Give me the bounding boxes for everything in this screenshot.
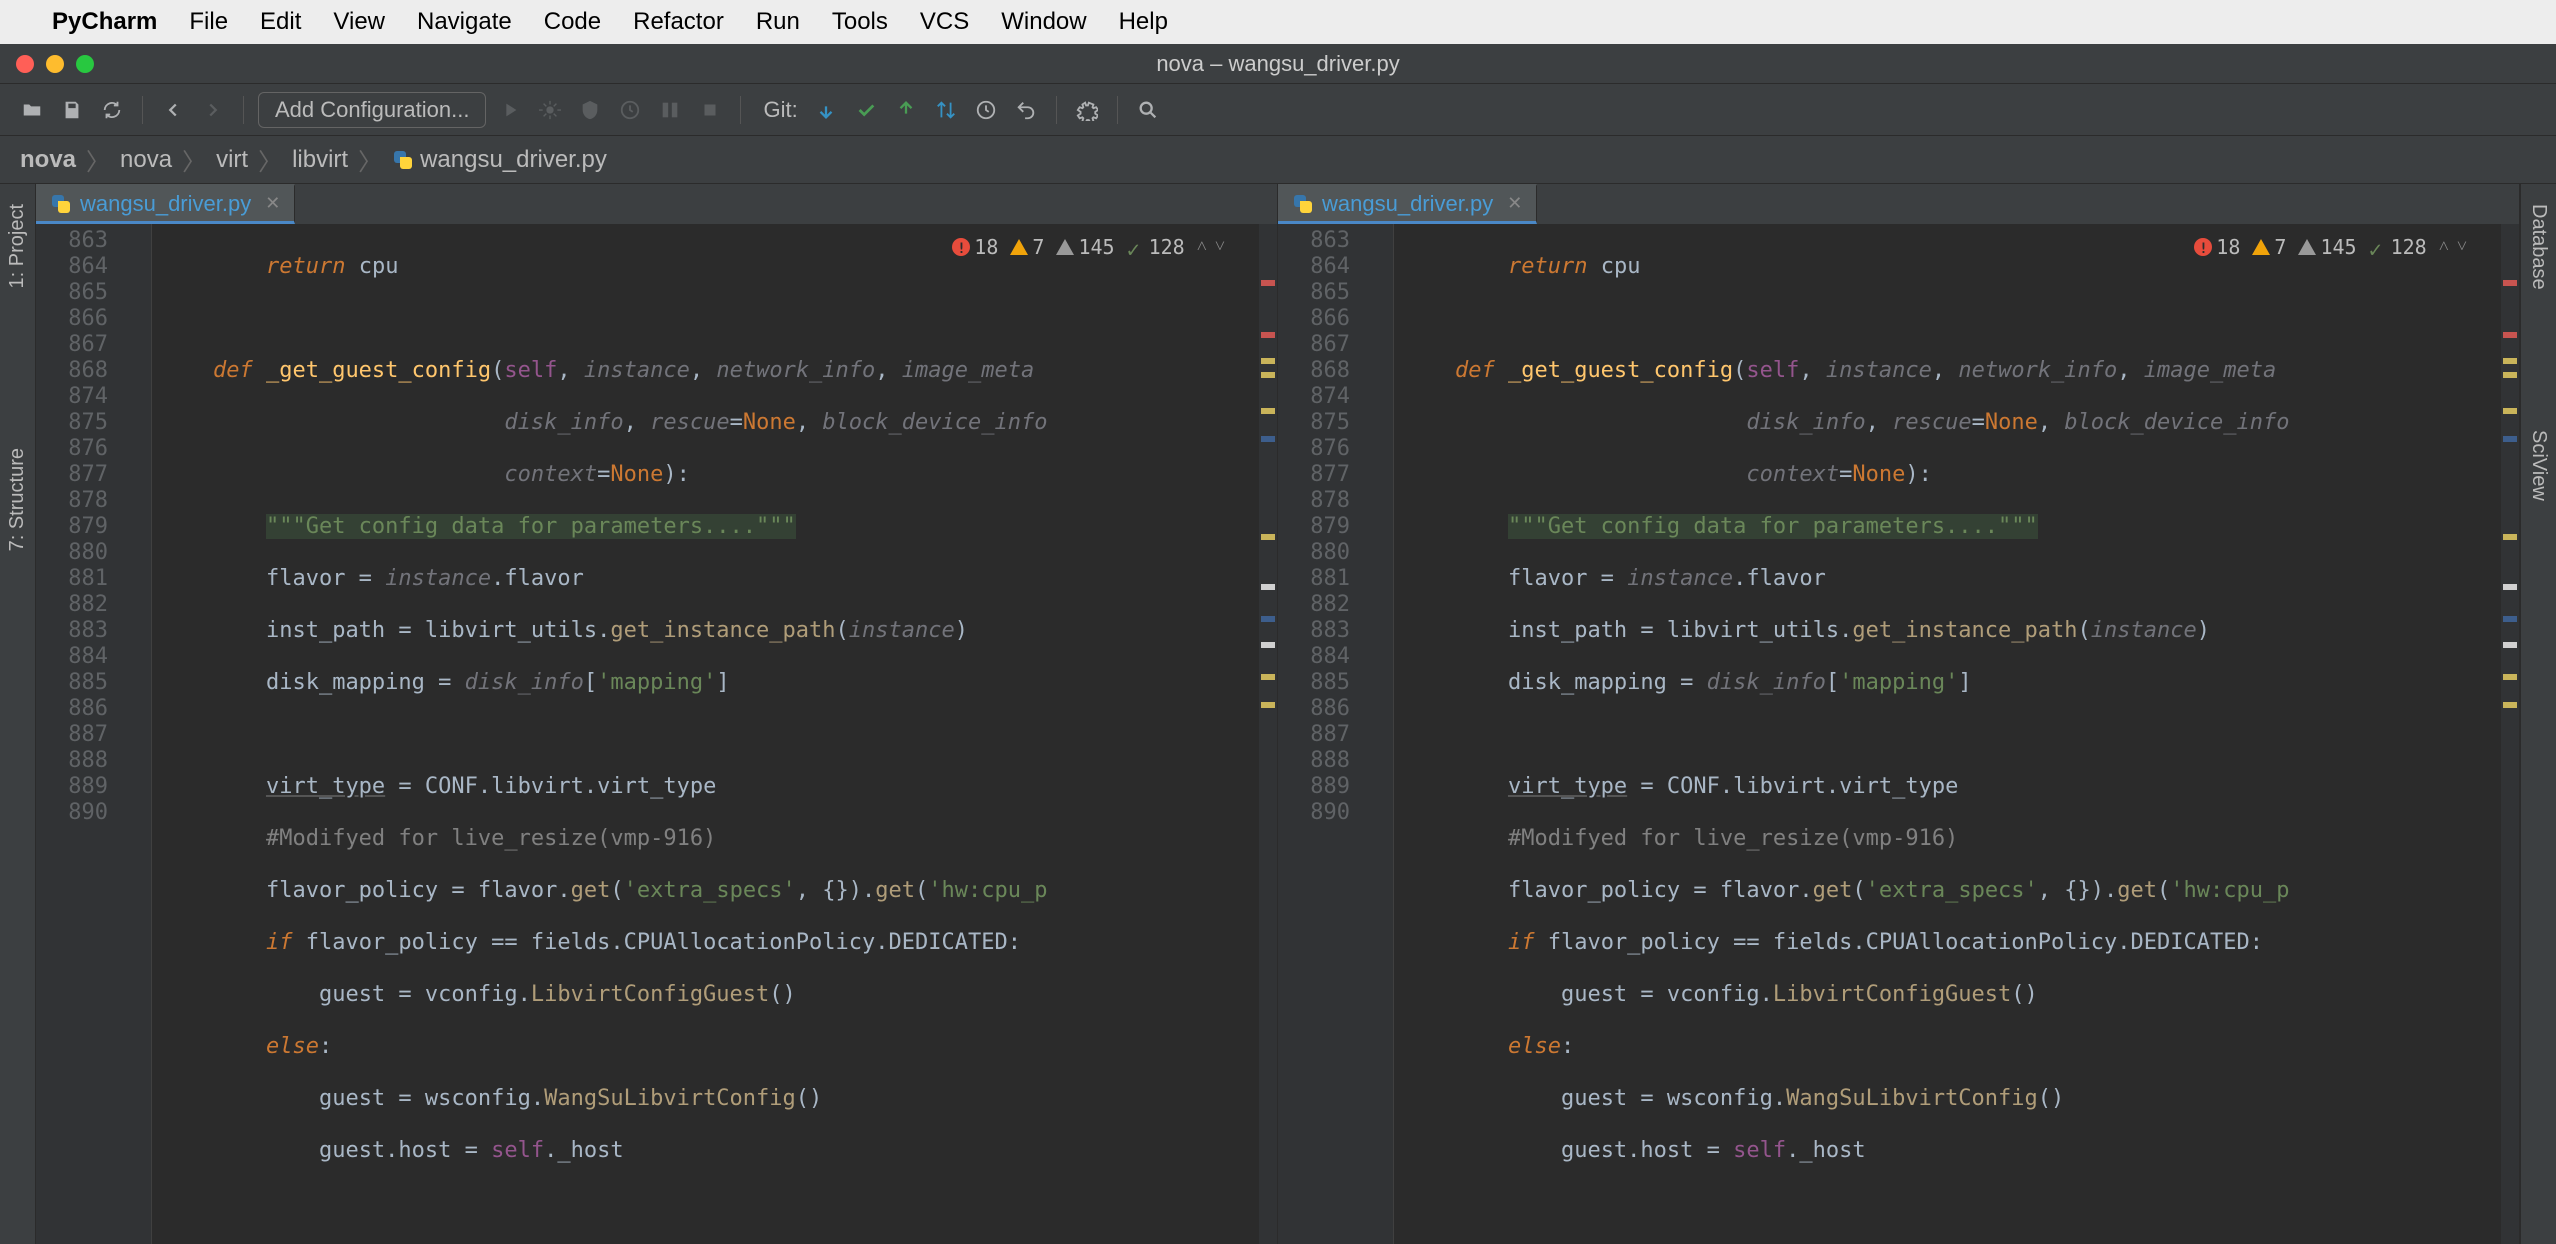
error-icon [952, 238, 970, 256]
crumb-1[interactable]: nova [120, 146, 172, 174]
tab-filename: wangsu_driver.py [1322, 191, 1493, 217]
menu-file[interactable]: File [189, 8, 228, 36]
typo-icon: ✓ [1127, 238, 1145, 256]
editor-pane-right: wangsu_driver.py ✕ 18 7 145 ✓128 ˄˅ 863 … [1278, 184, 2520, 1244]
window-minimize-icon[interactable] [46, 55, 64, 73]
chevron-right-icon: 〉 [86, 142, 110, 177]
git-rollback-icon[interactable] [1010, 94, 1042, 126]
editor-split: wangsu_driver.py ✕ 18 7 145 ✓128 ˄˅ 863 … [36, 184, 2520, 1244]
open-folder-icon[interactable] [16, 94, 48, 126]
git-history-icon[interactable] [970, 94, 1002, 126]
crumb-file[interactable]: wangsu_driver.py [392, 146, 607, 174]
warning-icon [2252, 239, 2270, 255]
python-file-icon [392, 149, 414, 171]
editor-pane-left: wangsu_driver.py ✕ 18 7 145 ✓128 ˄˅ 863 … [36, 184, 1278, 1244]
crumb-3[interactable]: libvirt [292, 146, 348, 174]
warning-icon [1010, 239, 1028, 255]
editor-body[interactable]: 18 7 145 ✓128 ˄˅ 863 864 865 866 867 868… [1278, 224, 2519, 1244]
window-zoom-icon[interactable] [76, 55, 94, 73]
forward-icon[interactable] [197, 94, 229, 126]
mac-menubar: PyCharm File Edit View Navigate Code Ref… [0, 0, 2556, 44]
left-toolstrip: 1: Project 7: Structure [0, 184, 36, 1244]
settings-icon[interactable] [1071, 94, 1103, 126]
tabbar: wangsu_driver.py ✕ [36, 184, 1277, 224]
menu-help[interactable]: Help [1119, 8, 1168, 36]
search-icon[interactable] [1132, 94, 1164, 126]
crumb-root[interactable]: nova [20, 146, 76, 174]
toolwindow-sciview[interactable]: SciView [2527, 430, 2550, 501]
sync-icon[interactable] [96, 94, 128, 126]
menu-edit[interactable]: Edit [260, 8, 301, 36]
back-icon[interactable] [157, 94, 189, 126]
crumb-filename: wangsu_driver.py [420, 146, 607, 174]
menu-code[interactable]: Code [544, 8, 601, 36]
editor-tab[interactable]: wangsu_driver.py ✕ [1278, 184, 1537, 224]
main-area: 1: Project 7: Structure wangsu_driver.py… [0, 184, 2556, 1244]
tab-filename: wangsu_driver.py [80, 191, 251, 217]
line-number-gutter[interactable]: 863 864 865 866 867 868 874 875 876 877 … [36, 224, 126, 1244]
typo-icon: ✓ [2369, 238, 2387, 256]
run-icon[interactable] [494, 94, 526, 126]
editor-tab[interactable]: wangsu_driver.py ✕ [36, 184, 295, 224]
chevron-right-icon: 〉 [358, 142, 382, 177]
error-stripe[interactable] [1259, 224, 1277, 1244]
editor-body[interactable]: 18 7 145 ✓128 ˄˅ 863 864 865 866 867 868… [36, 224, 1277, 1244]
window-title: nova – wangsu_driver.py [1156, 51, 1399, 77]
git-update-icon[interactable] [810, 94, 842, 126]
close-tab-icon[interactable]: ✕ [1507, 193, 1522, 214]
git-commit-icon[interactable] [850, 94, 882, 126]
git-compare-icon[interactable] [930, 94, 962, 126]
save-all-icon[interactable] [56, 94, 88, 126]
weak-warning-icon [1056, 239, 1074, 255]
fold-gutter[interactable] [126, 224, 152, 1244]
concurrency-icon[interactable] [654, 94, 686, 126]
window-titlebar: nova – wangsu_driver.py [0, 44, 2556, 84]
inspection-indicators[interactable]: 18 7 145 ✓128 ˄˅ [2190, 232, 2471, 262]
toolwindow-project[interactable]: 1: Project [6, 204, 29, 288]
close-tab-icon[interactable]: ✕ [265, 193, 280, 214]
toolwindow-database[interactable]: Database [2527, 204, 2550, 290]
python-file-icon [1292, 193, 1314, 215]
coverage-icon[interactable] [574, 94, 606, 126]
menu-run[interactable]: Run [756, 8, 800, 36]
prev-highlight-icon[interactable]: ˄ [1197, 234, 1207, 260]
chevron-right-icon: 〉 [258, 142, 282, 177]
menubar-app[interactable]: PyCharm [52, 8, 157, 36]
git-label: Git: [763, 97, 797, 123]
debug-icon[interactable] [534, 94, 566, 126]
window-close-icon[interactable] [16, 55, 34, 73]
code-area[interactable]: return cpu def _get_guest_config(self, i… [1394, 224, 2501, 1244]
crumb-2[interactable]: virt [216, 146, 248, 174]
profile-icon[interactable] [614, 94, 646, 126]
prev-highlight-icon[interactable]: ˄ [2439, 234, 2449, 260]
weak-warning-icon [2298, 239, 2316, 255]
toolwindow-structure[interactable]: 7: Structure [6, 448, 29, 551]
code-area[interactable]: return cpu def _get_guest_config(self, i… [152, 224, 1259, 1244]
menu-view[interactable]: View [333, 8, 385, 36]
menu-window[interactable]: Window [1001, 8, 1086, 36]
main-toolbar: Add Configuration... Git: [0, 84, 2556, 136]
chevron-right-icon: 〉 [182, 142, 206, 177]
inspection-indicators[interactable]: 18 7 145 ✓128 ˄˅ [948, 232, 1229, 262]
menu-tools[interactable]: Tools [832, 8, 888, 36]
fold-gutter[interactable] [1368, 224, 1394, 1244]
menu-refactor[interactable]: Refactor [633, 8, 724, 36]
breadcrumb: nova 〉 nova 〉 virt 〉 libvirt 〉 wangsu_dr… [0, 136, 2556, 184]
next-highlight-icon[interactable]: ˅ [1215, 234, 1225, 260]
menu-vcs[interactable]: VCS [920, 8, 969, 36]
stop-icon[interactable] [694, 94, 726, 126]
run-config-dropdown[interactable]: Add Configuration... [258, 92, 486, 128]
error-icon [2194, 238, 2212, 256]
error-stripe[interactable] [2501, 224, 2519, 1244]
tabbar: wangsu_driver.py ✕ [1278, 184, 2519, 224]
right-toolstrip: Database SciView [2520, 184, 2556, 1244]
git-push-icon[interactable] [890, 94, 922, 126]
python-file-icon [50, 193, 72, 215]
menu-navigate[interactable]: Navigate [417, 8, 512, 36]
next-highlight-icon[interactable]: ˅ [2457, 234, 2467, 260]
line-number-gutter[interactable]: 863 864 865 866 867 868 874 875 876 877 … [1278, 224, 1368, 1244]
